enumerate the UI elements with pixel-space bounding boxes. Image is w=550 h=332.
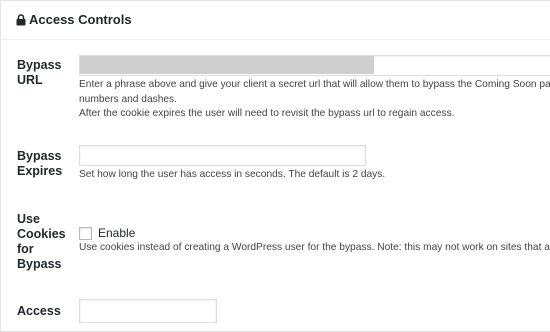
enable-cookies-checkbox[interactable] <box>79 227 92 240</box>
bypass-url-masked-value <box>80 56 374 74</box>
access-controls-panel: Access Controls <box>0 0 550 332</box>
bypass-url-help-3: After the cookie expires the user will n… <box>79 108 455 119</box>
access-input[interactable] <box>79 299 217 323</box>
bypass-expires-label: Bypass Expires <box>17 149 63 178</box>
use-cookies-help: Use cookies instead of creating a WordPr… <box>79 242 550 253</box>
access-label: Access <box>17 304 61 318</box>
panel-title: Access Controls <box>29 12 132 27</box>
bypass-url-label: Bypass URL <box>17 58 62 87</box>
enable-checkbox-label[interactable]: Enable <box>98 226 135 240</box>
bypass-expires-input[interactable] <box>79 145 366 166</box>
panel-header: Access Controls <box>1 1 550 40</box>
bypass-expires-help: Set how long the user has access in seco… <box>79 169 386 180</box>
lock-icon <box>16 14 26 26</box>
bypass-url-help-1: Enter a phrase above and give your clien… <box>79 79 550 90</box>
use-cookies-label: Use Cookies for Bypass <box>17 212 66 271</box>
